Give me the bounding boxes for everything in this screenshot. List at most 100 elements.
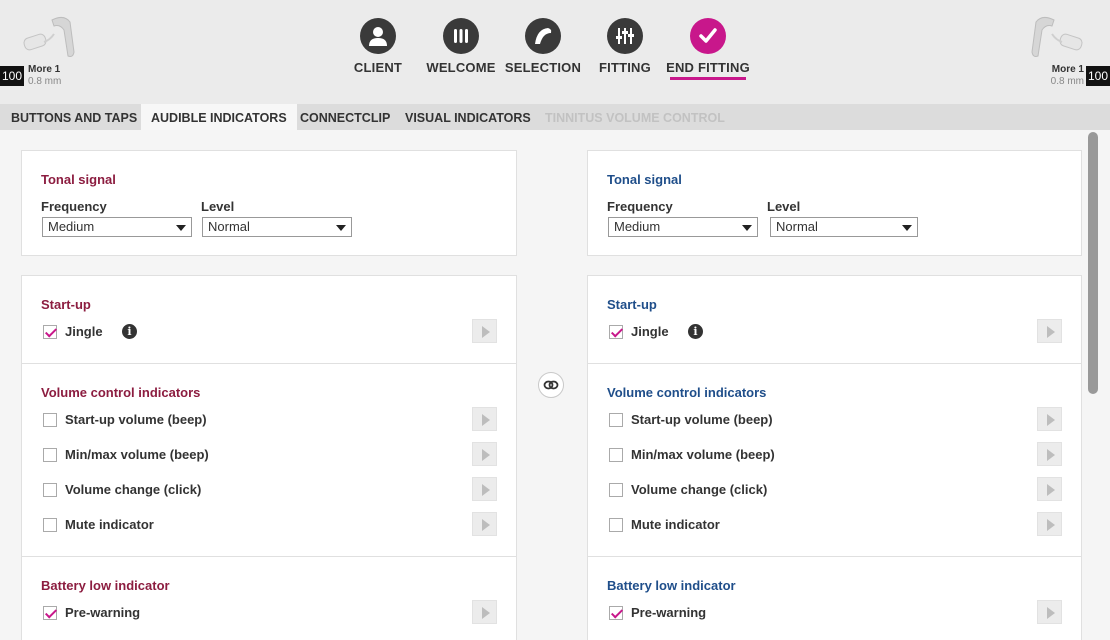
client-icon [360, 18, 396, 54]
pre-warning-checkbox[interactable] [609, 606, 623, 620]
divider [588, 556, 1081, 557]
volume-indicator: 100 [0, 66, 24, 86]
tonal-signal-panel: Tonal signal Frequency Medium Level Norm… [21, 150, 517, 256]
option-label: Mute indicator [631, 517, 720, 532]
step-selection[interactable]: SELECTION [498, 18, 588, 75]
play-button[interactable] [472, 442, 497, 466]
option-label: Start-up volume (beep) [631, 412, 773, 427]
mute-indicator-checkbox[interactable] [43, 518, 57, 532]
option-label: Mute indicator [65, 517, 154, 532]
indicators-panel: Start-up Jingle i Volume control indicat… [587, 275, 1082, 640]
play-button[interactable] [1037, 442, 1062, 466]
tonal-signal-panel: Tonal signal Frequency Medium Level Norm… [587, 150, 1082, 256]
tab-bar: BUTTONS AND TAPS AUDIBLE INDICATORS CONN… [0, 104, 1110, 130]
frequency-value: Medium [48, 219, 95, 234]
min-max-volume-checkbox[interactable] [609, 448, 623, 462]
jingle-label: Jingle [631, 324, 669, 339]
scrollbar-thumb[interactable] [1088, 132, 1098, 394]
level-value: Normal [208, 219, 250, 234]
play-button[interactable] [1037, 477, 1062, 501]
link-sides-icon [543, 380, 559, 390]
dropdown-arrow-icon [742, 225, 752, 231]
step-client[interactable]: CLIENT [333, 18, 423, 75]
active-step-underline [670, 77, 746, 80]
option-label: Pre-warning [631, 605, 707, 620]
step-end-fitting[interactable]: END FITTING [663, 18, 753, 80]
play-button[interactable] [472, 319, 497, 343]
frequency-value: Medium [614, 219, 661, 234]
start-up-volume-checkbox[interactable] [43, 413, 57, 427]
welcome-icon [443, 18, 479, 54]
play-button[interactable] [472, 512, 497, 536]
level-label: Level [201, 199, 235, 214]
list-item: Start-up volume (beep) [609, 408, 1029, 432]
play-button[interactable] [472, 407, 497, 431]
option-label: Start-up volume (beep) [65, 412, 207, 427]
list-item: Min/max volume (beep) [609, 443, 1029, 467]
play-button[interactable] [1037, 512, 1062, 536]
jingle-label: Jingle [65, 324, 103, 339]
list-item: Mute indicator [43, 513, 463, 537]
device-name: More 1 [28, 64, 61, 75]
level-value: Normal [776, 219, 818, 234]
frequency-label: Frequency [41, 199, 107, 214]
section-title: Start-up [607, 297, 657, 312]
option-label: Volume change (click) [65, 482, 202, 497]
mute-indicator-checkbox[interactable] [609, 518, 623, 532]
section-title: Tonal signal [41, 172, 116, 187]
jingle-checkbox[interactable] [609, 325, 623, 339]
jingle-checkbox[interactable] [43, 325, 57, 339]
list-item: Start-up volume (beep) [43, 408, 463, 432]
frequency-label: Frequency [607, 199, 673, 214]
step-label: WELCOME [426, 60, 496, 75]
option-label: Pre-warning [65, 605, 141, 620]
play-button[interactable] [1037, 319, 1062, 343]
step-label: END FITTING [666, 60, 750, 75]
check-icon [690, 18, 726, 54]
list-item: Pre-warning [43, 601, 463, 625]
volume-change-checkbox[interactable] [43, 483, 57, 497]
section-title: Volume control indicators [41, 385, 201, 400]
play-button[interactable] [472, 477, 497, 501]
step-label: SELECTION [504, 60, 582, 75]
list-item: Mute indicator [609, 513, 1029, 537]
divider [22, 363, 516, 364]
section-title: Tonal signal [607, 172, 682, 187]
pre-warning-checkbox[interactable] [43, 606, 57, 620]
step-welcome[interactable]: WELCOME [416, 18, 506, 75]
tab-audible-indicators[interactable]: AUDIBLE INDICATORS [141, 104, 297, 130]
dropdown-arrow-icon [902, 225, 912, 231]
tab-buttons-and-taps[interactable]: BUTTONS AND TAPS [1, 104, 147, 130]
top-header: 100 More 1 0.8 mm CLIENT WELCOME SELECTI… [0, 0, 1110, 104]
device-size: 0.8 mm [28, 76, 62, 87]
info-icon[interactable]: i [122, 324, 137, 339]
start-up-volume-checkbox[interactable] [609, 413, 623, 427]
tab-tinnitus-volume-control: TINNITUS VOLUME CONTROL [545, 111, 725, 125]
tab-connectclip[interactable]: CONNECTCLIP [290, 104, 400, 130]
fitting-icon [607, 18, 643, 54]
level-select[interactable]: Normal [770, 217, 918, 237]
volume-indicator: 100 [1086, 66, 1110, 86]
divider [588, 363, 1081, 364]
min-max-volume-checkbox[interactable] [43, 448, 57, 462]
vertical-scrollbar[interactable] [1086, 130, 1100, 640]
option-label: Min/max volume (beep) [65, 447, 209, 462]
volume-change-checkbox[interactable] [609, 483, 623, 497]
indicators-panel: Start-up Jingle i Volume control indicat… [21, 275, 517, 640]
device-info: More 1 0.8 mm [1034, 64, 1084, 88]
tab-visual-indicators[interactable]: VISUAL INDICATORS [395, 104, 541, 130]
device-size: 0.8 mm [1050, 76, 1084, 87]
step-fitting[interactable]: FITTING [580, 18, 670, 75]
list-item: Pre-warning [609, 601, 1029, 625]
workflow-steps: CLIENT WELCOME SELECTION FITTING END FIT… [340, 18, 760, 88]
list-item: Volume change (click) [609, 478, 1029, 502]
play-button[interactable] [1037, 600, 1062, 624]
list-item: Min/max volume (beep) [43, 443, 463, 467]
play-button[interactable] [1037, 407, 1062, 431]
play-button[interactable] [472, 600, 497, 624]
info-icon[interactable]: i [688, 324, 703, 339]
frequency-select[interactable]: Medium [608, 217, 758, 237]
level-select[interactable]: Normal [202, 217, 352, 237]
frequency-select[interactable]: Medium [42, 217, 192, 237]
link-sides-button[interactable] [538, 372, 564, 398]
